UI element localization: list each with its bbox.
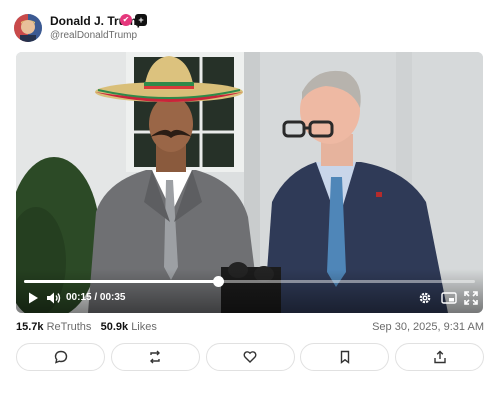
verified-badge-icon: ✔	[120, 14, 132, 26]
retruth-icon	[148, 350, 162, 364]
like-icon	[243, 350, 257, 364]
bookmark-button[interactable]	[300, 343, 390, 371]
progress-handle[interactable]	[212, 276, 224, 287]
post-timestamp[interactable]: Sep 30, 2025, 9:31 AM	[372, 321, 484, 333]
video-time: 00:15 / 00:35	[66, 292, 126, 303]
plus-badge-icon: +	[135, 14, 147, 26]
avatar[interactable]	[14, 14, 42, 42]
progress-fill	[24, 280, 218, 283]
handle[interactable]: @realDonaldTrump	[50, 30, 137, 41]
retruths-count[interactable]: 15.7k	[16, 321, 44, 333]
bookmark-icon	[338, 350, 352, 364]
reply-button[interactable]	[16, 343, 105, 371]
settings-icon[interactable]	[418, 291, 432, 305]
likes-count[interactable]: 50.9k	[101, 321, 129, 333]
fullscreen-icon[interactable]	[464, 291, 478, 305]
action-bar	[16, 343, 484, 371]
post-card: Donald J. Trump ✔ + @realDonaldTrump 00:…	[0, 0, 500, 405]
progress-bar[interactable]	[24, 276, 475, 287]
retruth-button[interactable]	[110, 343, 200, 371]
picture-in-picture-icon[interactable]	[441, 291, 457, 305]
volume-icon[interactable]	[46, 291, 62, 305]
play-icon[interactable]	[26, 291, 40, 305]
post-stats: 15.7k ReTruths 50.9k Likes	[16, 321, 157, 333]
retruths-label[interactable]: ReTruths	[47, 321, 92, 333]
share-button[interactable]	[395, 343, 484, 371]
share-icon	[433, 350, 447, 364]
video-player[interactable]: 00:15 / 00:35	[16, 52, 483, 313]
controls-overlay	[16, 269, 483, 313]
like-button[interactable]	[205, 343, 295, 371]
likes-label[interactable]: Likes	[131, 321, 157, 333]
comment-icon	[54, 350, 68, 364]
